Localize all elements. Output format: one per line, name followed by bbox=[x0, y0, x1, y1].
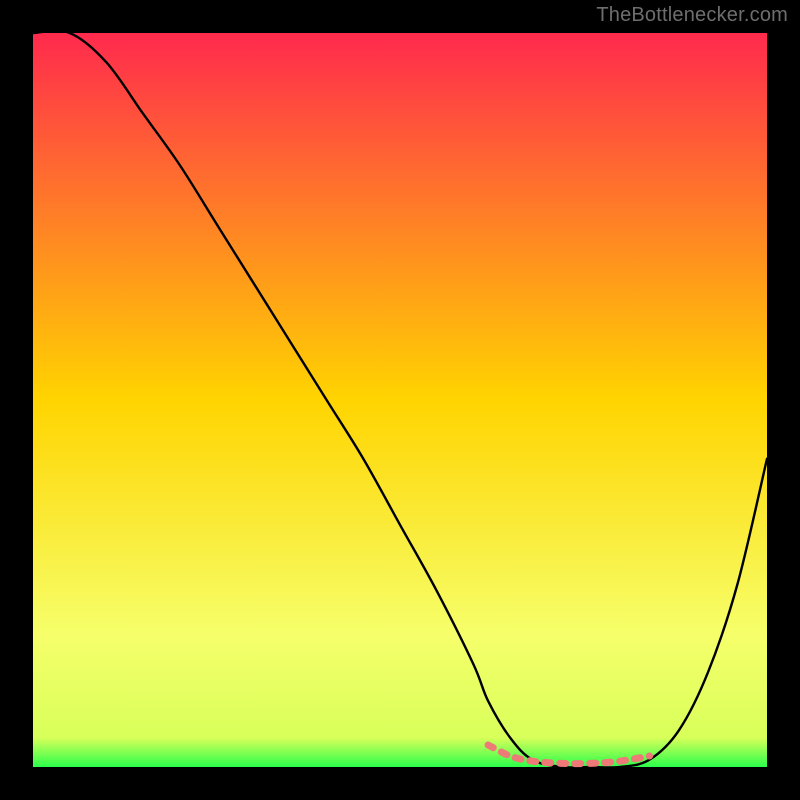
plot-background bbox=[33, 33, 767, 767]
chart-svg bbox=[0, 0, 800, 800]
outer-black-frame: TheBottlenecker.com bbox=[0, 0, 800, 800]
source-watermark: TheBottlenecker.com bbox=[596, 4, 788, 27]
